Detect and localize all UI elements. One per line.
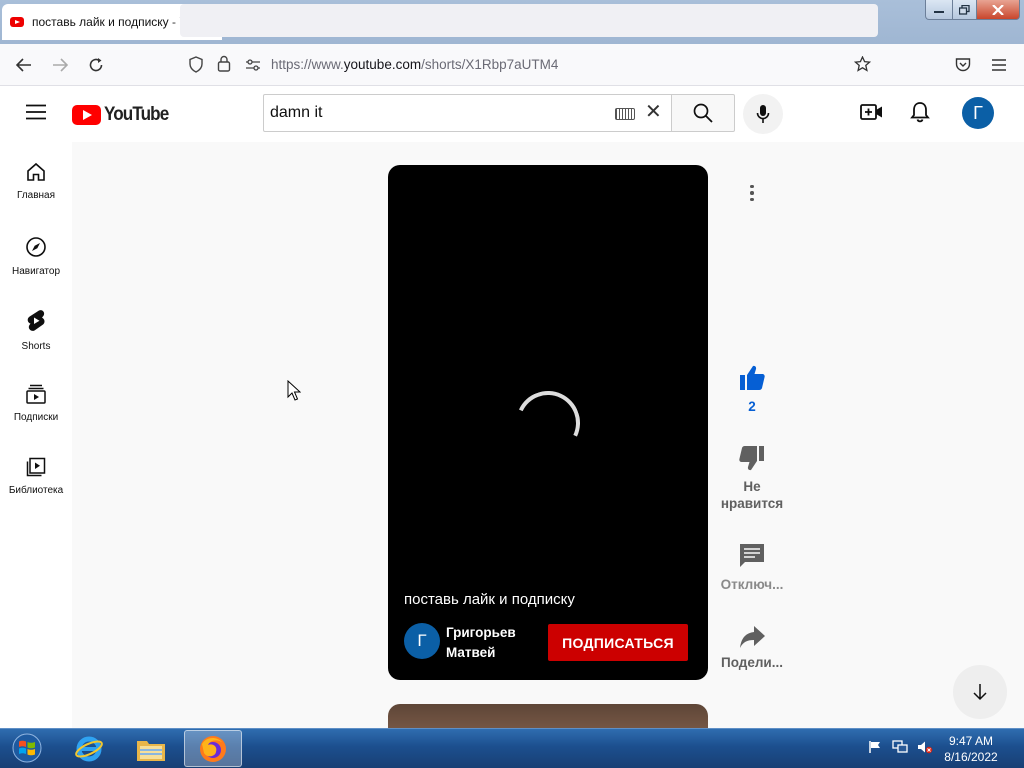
app-menu-icon[interactable] (992, 58, 1006, 76)
dot (750, 184, 754, 189)
folder-icon (137, 740, 165, 761)
taskbar-file-explorer[interactable] (122, 730, 180, 767)
url-text[interactable]: https://www.youtube.com/shorts/X1Rbp7aUT… (271, 57, 558, 72)
bell-icon (910, 102, 930, 123)
shorts-title[interactable]: поставь лайк и подписку (404, 591, 575, 608)
close-icon (992, 4, 1004, 15)
taskbar-internet-explorer[interactable] (60, 730, 118, 767)
clock-date: 8/16/2022 (944, 750, 998, 764)
arrow-left-icon (16, 58, 31, 72)
start-button[interactable] (4, 729, 50, 767)
arrow-down-icon (973, 684, 987, 701)
network-icon[interactable] (891, 738, 909, 756)
youtube-favicon-icon (10, 17, 24, 27)
comment-icon (740, 544, 764, 567)
action-center-flag-icon[interactable] (866, 738, 884, 756)
library-icon (26, 457, 46, 477)
shorts-icon (27, 310, 45, 331)
reload-button[interactable] (80, 44, 112, 86)
share-label: Подели... (721, 655, 783, 670)
thumbs-up-icon (740, 365, 765, 390)
sidebar-item-explore[interactable]: Навигатор (0, 236, 72, 277)
sidebar (0, 142, 72, 728)
window-close-button[interactable] (976, 0, 1020, 20)
clear-search-icon[interactable]: ✕ (645, 100, 662, 124)
sidebar-item-shorts[interactable]: Shorts (0, 309, 72, 352)
taskbar-firefox[interactable] (184, 730, 242, 767)
search-icon (693, 103, 713, 123)
clock-time: 9:47 AM (948, 734, 994, 748)
microphone-icon (756, 105, 770, 123)
dot (750, 191, 754, 195)
comments-button[interactable]: Отключ... (716, 542, 788, 593)
back-button[interactable] (8, 44, 40, 86)
dot (750, 197, 754, 202)
sidebar-item-label: Shorts (21, 341, 51, 352)
restore-icon (959, 4, 970, 15)
youtube-play-icon (72, 105, 101, 125)
forward-button[interactable] (44, 44, 76, 86)
sidebar-item-label: Подписки (13, 412, 59, 423)
sidebar-item-subscriptions[interactable]: Подписки (0, 384, 72, 423)
subscribe-button[interactable]: ПОДПИСАТЬСЯ (548, 624, 688, 661)
volume-muted-icon[interactable] (916, 738, 934, 756)
next-short-button[interactable] (953, 665, 1007, 719)
permissions-icon[interactable] (245, 58, 261, 76)
youtube-logo[interactable]: YouTube (72, 104, 175, 126)
minimize-icon (934, 10, 944, 13)
home-icon (27, 162, 45, 181)
search-input[interactable] (263, 94, 672, 132)
comments-label: Отключ... (720, 577, 784, 592)
channel-name[interactable]: Григорьев Матвей (446, 623, 536, 663)
like-button[interactable]: 2 (716, 364, 788, 415)
keyboard-icon[interactable] (615, 108, 635, 120)
share-icon (740, 626, 765, 648)
sidebar-item-label: Библиотека (8, 485, 64, 496)
bookmark-star-icon[interactable] (853, 55, 872, 77)
hamburger-icon (26, 104, 46, 120)
account-avatar[interactable]: Г (962, 97, 994, 129)
share-button[interactable]: Подели... (716, 624, 788, 671)
window-minimize-button[interactable] (925, 0, 953, 20)
create-video-button[interactable] (860, 102, 884, 127)
subscriptions-icon (26, 384, 46, 404)
reload-icon (89, 58, 103, 72)
compass-icon (26, 237, 46, 257)
pocket-icon[interactable] (955, 57, 971, 77)
sidebar-item-library[interactable]: Библиотека (0, 457, 72, 496)
lock-icon[interactable] (217, 55, 231, 77)
search-input-value[interactable]: damn it (270, 104, 322, 122)
windows-logo-icon (12, 733, 42, 763)
mouse-cursor (287, 379, 302, 407)
window-restore-button[interactable] (952, 0, 977, 20)
like-count: 2 (748, 399, 756, 414)
dislike-label: Не нравится (720, 479, 784, 511)
system-clock[interactable]: 9:47 AM 8/16/2022 (938, 733, 1004, 765)
internet-explorer-icon (75, 736, 103, 761)
voice-search-button[interactable] (743, 94, 783, 134)
notifications-button[interactable] (910, 101, 930, 128)
tab-title: поставь лайк и подписку - YouTube (32, 15, 195, 29)
logo-text: YouTube (104, 104, 169, 125)
thumbs-down-icon (739, 446, 764, 471)
url-bar[interactable] (180, 4, 878, 37)
sidebar-item-label: Главная (16, 190, 56, 201)
search-button[interactable] (671, 94, 735, 132)
firefox-icon (200, 735, 226, 762)
video-add-icon (860, 104, 882, 120)
guide-menu-button[interactable] (26, 104, 46, 125)
arrow-right-icon (53, 58, 68, 72)
dislike-button[interactable]: Не нравится (716, 444, 788, 512)
channel-avatar[interactable]: Г (404, 623, 440, 659)
sidebar-item-home[interactable]: Главная (0, 162, 72, 201)
tracking-shield-icon[interactable] (188, 56, 204, 78)
more-options-button[interactable] (744, 180, 760, 206)
sidebar-item-label: Навигатор (11, 266, 61, 277)
